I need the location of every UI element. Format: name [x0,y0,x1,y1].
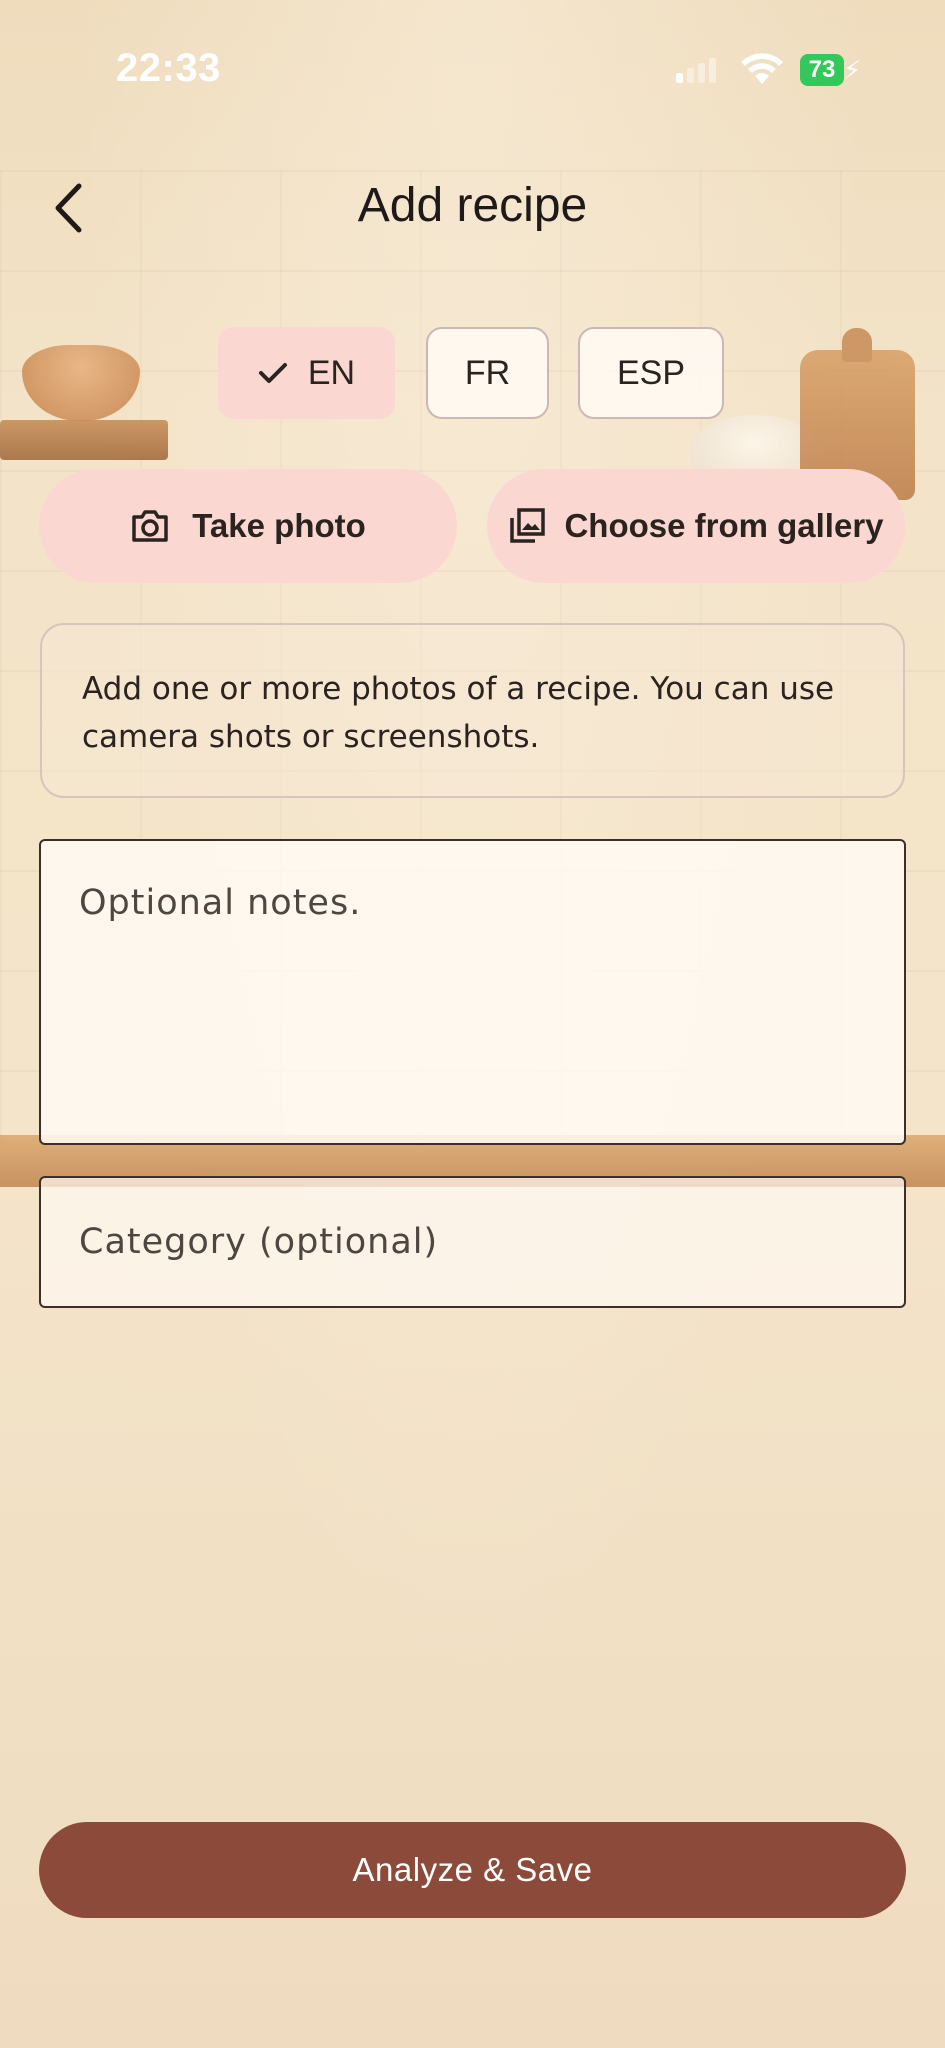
language-chip-label: ESP [616,353,686,392]
category-placeholder: Category (optional) [79,1222,439,1262]
signal-icon [676,58,716,83]
analyze-save-button[interactable]: Analyze & Save [39,1822,906,1918]
check-icon [258,361,288,385]
take-photo-label: Take photo [192,507,366,544]
battery-icon: 73 [800,54,844,86]
language-chip-label: EN [307,353,356,392]
choose-from-gallery-button[interactable]: Choose from gallery [487,469,905,583]
page-title: Add recipe [357,179,588,232]
shelf-decoration [0,420,168,460]
camera-icon [130,508,170,544]
category-field[interactable]: Category (optional) [39,1176,906,1308]
gallery-label: Choose from gallery [564,507,884,544]
status-time: 22:33 [116,46,221,90]
charging-bolt-icon: ⚡ [843,56,862,86]
take-photo-button[interactable]: Take photo [39,469,457,583]
language-chip-esp[interactable]: ESP [578,327,724,419]
gallery-icon [508,507,546,545]
wifi-icon [740,52,784,90]
language-chip-label: FR [464,353,511,392]
language-chip-en[interactable]: EN [218,327,395,419]
notes-field[interactable]: Optional notes. [39,839,906,1145]
language-chip-fr[interactable]: FR [426,327,549,419]
info-card: Add one or more photos of a recipe. You … [40,623,905,798]
